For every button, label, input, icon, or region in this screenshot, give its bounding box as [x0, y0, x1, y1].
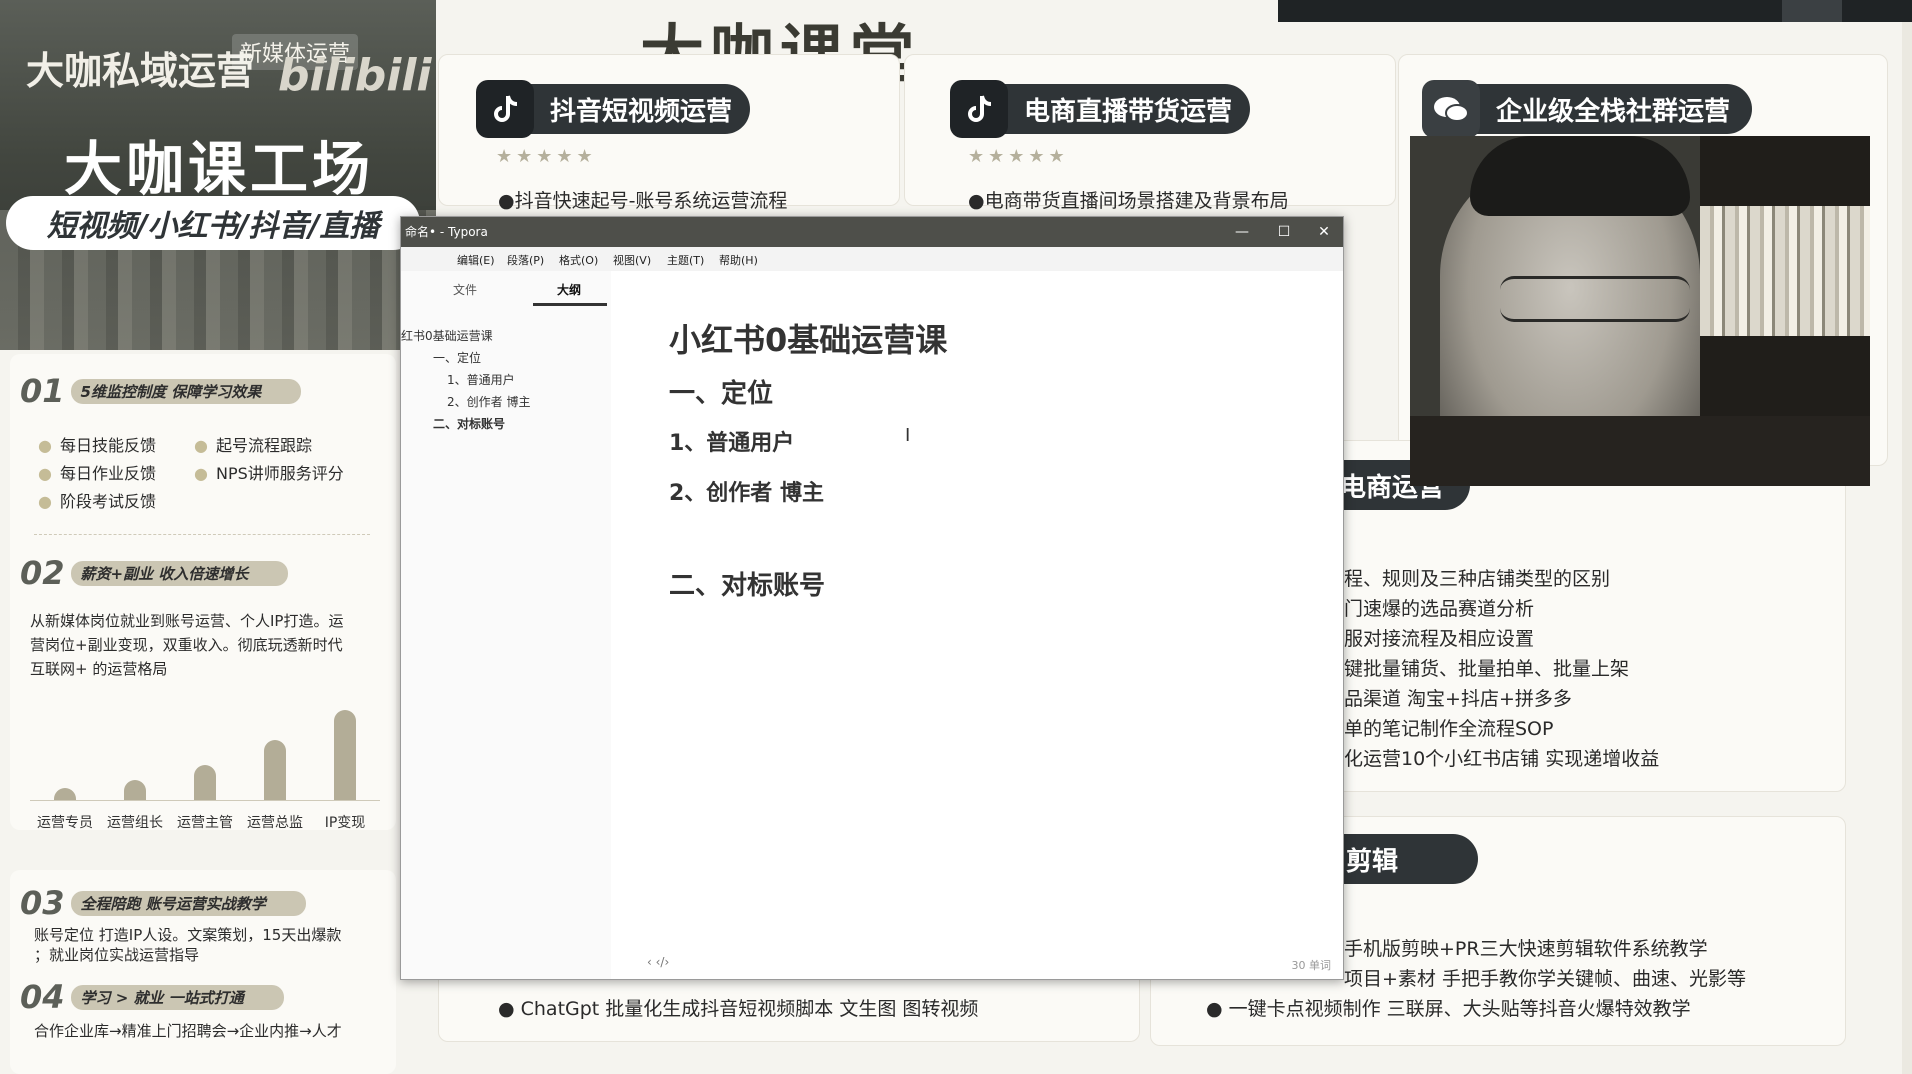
chart-category-label: IP变现	[324, 815, 366, 831]
outline-item[interactable]: 二、对标账号	[433, 415, 505, 432]
community-pill: 企业级全栈社群运营	[1422, 80, 1753, 138]
menu-format[interactable]: 格式(O)	[559, 252, 598, 268]
section3-line1: 账号定位 打造IP人设。文案策划，15天出爆款	[34, 926, 342, 944]
word-count[interactable]: 30 单词	[1292, 957, 1332, 973]
close-button[interactable]: ✕	[1309, 221, 1339, 243]
douyin-stars: ★★★★★	[496, 146, 597, 167]
section3-line2: ；就业岗位实战运营指导	[34, 946, 200, 964]
window-title: 命名• - Typora	[405, 225, 488, 239]
footer-nav[interactable]: ‹ ‹/›	[647, 955, 669, 969]
sidebar: 文件 大纲 红书0基础运营课 一、定位 1、普通用户 2、创作者 博主 二、对标…	[401, 271, 611, 979]
douyin-pill: 抖音短视频运营	[476, 80, 751, 138]
list-item: ● 起号流程跟踪	[194, 436, 312, 455]
section4-label: 学习 > 就业 一站式打通	[70, 984, 284, 1010]
menu-help[interactable]: 帮助(H)	[719, 252, 758, 268]
section4-line1: 合作企业库→精准上门招聘会→企业内推→人才	[34, 1022, 342, 1040]
doc-heading-2[interactable]: 二、对标账号	[669, 565, 825, 602]
chart-bar	[264, 740, 286, 800]
chart-category-label: 运营组长	[107, 815, 163, 831]
background-edge	[1902, 0, 1912, 1074]
menu-paragraph[interactable]: 段落(P)	[507, 252, 544, 268]
doc-heading-2[interactable]: 一、定位	[669, 373, 773, 410]
salary-chart: 运营专员 运营组长 运营主管 运营总监 IP变现	[30, 690, 380, 831]
doc-heading-3[interactable]: 1、普通用户	[669, 425, 794, 457]
section4-head: 04 学习 > 就业 一站式打通	[20, 978, 284, 1016]
section1-num: 01	[20, 372, 65, 410]
tab-files[interactable]: 文件	[453, 281, 477, 298]
section3-head: 03 全程陪跑 账号运营实战教学	[20, 884, 306, 922]
ecommerce-pill: 电商直播带货运营	[950, 80, 1251, 138]
bilibili-logo: bilibili	[278, 50, 432, 101]
list-item: ● 一键卡点视频制作 三联屏、大头贴等抖音火爆特效教学	[1206, 998, 1691, 1020]
list-item: 化运营10个小红书店铺 实现递增收益	[1344, 748, 1660, 770]
menu-view[interactable]: 视图(V)	[613, 252, 651, 268]
outline-item[interactable]: 1、普通用户	[447, 371, 515, 388]
wechat-icon	[1422, 80, 1480, 138]
list-item: 门速爆的选品赛道分析	[1344, 598, 1535, 620]
list-item: ● NPS讲师服务评分	[194, 464, 344, 483]
tab-outline[interactable]: 大纲	[557, 281, 581, 298]
outline-item[interactable]: 2、创作者 博主	[447, 393, 530, 410]
ecommerce-title: 电商直播带货运营	[1024, 96, 1233, 127]
chart-baseline	[30, 800, 380, 801]
chart-category-label: 运营总监	[247, 815, 303, 831]
doc-heading-3[interactable]: 2、创作者 博主	[669, 475, 824, 507]
douyin-bullet: ●抖音快速起号-账号系统运营流程	[498, 190, 788, 212]
section2-text: 从新媒体岗位就业到账号运营、个人IP打造。运	[30, 612, 344, 630]
list-item: ● 阶段考试反馈	[38, 492, 156, 511]
hero-main-title: 大咖课工场	[64, 135, 375, 203]
chart-category-label: 运营专员	[37, 815, 93, 831]
chart-bar	[334, 710, 356, 800]
tiktok-icon	[476, 80, 534, 138]
chart-bar	[54, 788, 76, 800]
section4-num: 04	[20, 978, 65, 1016]
active-tab-indicator	[533, 303, 607, 306]
list-item: 品渠道 淘宝+抖店+拼多多	[1344, 688, 1572, 710]
editing-title: 剪辑	[1346, 846, 1399, 877]
section3-num: 03	[20, 884, 65, 922]
top-dark-bar	[1278, 0, 1912, 22]
menu-bar: 编辑(E) 段落(P) 格式(O) 视图(V) 主题(T) 帮助(H)	[401, 247, 1343, 271]
community-title: 企业级全栈社群运营	[1496, 96, 1731, 127]
chart-category-label: 运营主管	[177, 815, 233, 831]
ecommerce-bullet: ●电商带货直播间场景搭建及背景布局	[968, 190, 1289, 212]
section2-head: 02 薪资+副业 收入倍速增长	[20, 554, 289, 592]
minimize-button[interactable]: —	[1227, 221, 1257, 243]
maximize-button[interactable]: ☐	[1269, 221, 1299, 243]
list-item: ● 每日技能反馈	[38, 436, 156, 455]
list-item: ● 每日作业反馈	[38, 464, 156, 483]
webcam-video	[1410, 136, 1870, 486]
list-item: 程、规则及三种店铺类型的区别	[1344, 568, 1611, 590]
hero-subtitle: 短视频/小红书/抖音/直播	[6, 196, 420, 250]
outline-item[interactable]: 红书0基础运营课	[401, 327, 493, 344]
chart-bar	[194, 765, 216, 800]
text-cursor-icon: I	[905, 425, 911, 446]
menu-theme[interactable]: 主题(T)	[667, 252, 704, 268]
outline-item[interactable]: 一、定位	[433, 349, 481, 366]
section1-head: 01 5维监控制度 保障学习效果	[20, 372, 302, 410]
doc-heading-1[interactable]: 小红书0基础运营课	[669, 315, 947, 361]
chatgpt-bullet: ● ChatGpt 批量化生成抖音短视频脚本 文生图 图转视频	[498, 998, 979, 1020]
hero-line1: 大咖私域运营	[26, 49, 255, 93]
section2-label: 薪资+副业 收入倍速增长	[70, 560, 289, 586]
section3-label: 全程陪跑 账号运营实战教学	[70, 890, 306, 916]
section2-text: 互联网+ 的运营格局	[30, 660, 168, 678]
divider	[34, 534, 370, 535]
list-item: 键批量铺货、批量拍单、批量上架	[1344, 658, 1630, 680]
tiktok-icon	[950, 80, 1008, 138]
menu-edit[interactable]: 编辑(E)	[457, 252, 495, 268]
list-item: 服对接流程及相应设置	[1344, 628, 1535, 650]
section2-num: 02	[20, 554, 65, 592]
left-hero-banner: 大咖私域运营 新媒体运营 bilibili 大咖课工场 短视频/小红书/抖音/直…	[0, 0, 436, 350]
window-titlebar[interactable]: 命名• - Typora — ☐ ✕	[401, 217, 1343, 247]
section1-label: 5维监控制度 保障学习效果	[70, 378, 302, 404]
list-item: 手机版剪映+PR三大快速剪辑软件系统教学	[1344, 938, 1708, 960]
chart-bar	[124, 780, 146, 800]
list-item: 项目+素材 手把手教你学关键帧、曲速、光影等	[1344, 968, 1746, 990]
section2-text: 营岗位+副业变现，双重收入。彻底玩透新时代	[30, 636, 343, 654]
list-item: 单的笔记制作全流程SOP	[1344, 718, 1554, 740]
ecommerce-stars: ★★★★★	[968, 146, 1069, 167]
typora-window[interactable]: 命名• - Typora — ☐ ✕ 编辑(E) 段落(P) 格式(O) 视图(…	[400, 216, 1344, 980]
douyin-title: 抖音短视频运营	[550, 96, 733, 127]
